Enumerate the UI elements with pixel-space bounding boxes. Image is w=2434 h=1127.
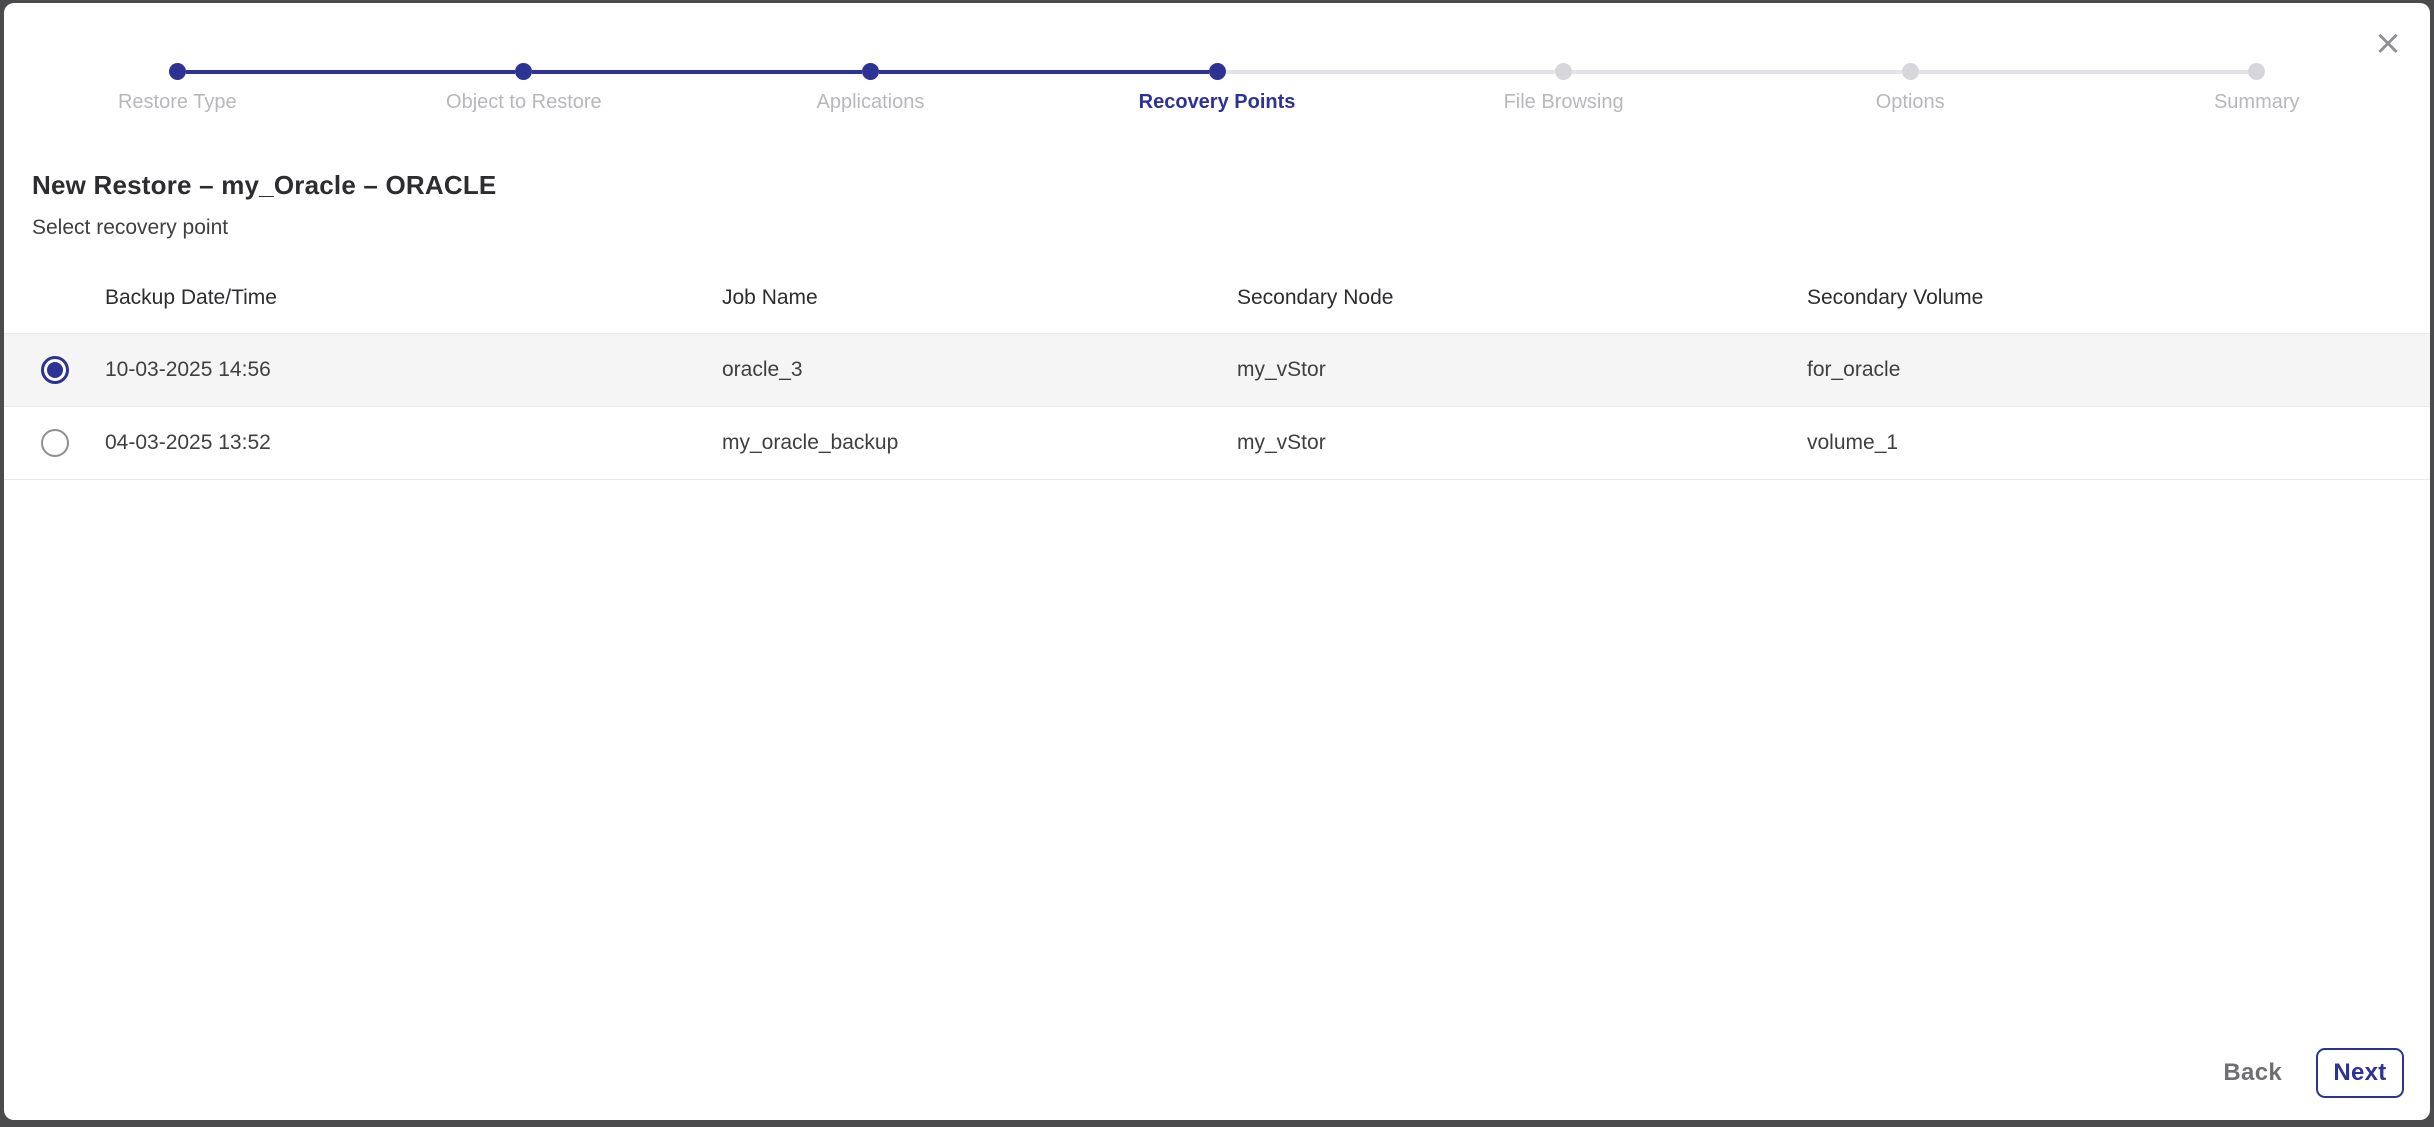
step-summary[interactable]: Summary [2083,63,2430,114]
close-icon[interactable]: × [2366,21,2410,65]
cell-secondary-node: my_vStor [1237,358,1807,382]
next-button[interactable]: Next [2316,1048,2404,1098]
recovery-point-radio[interactable] [41,429,69,457]
step-line [1919,70,2084,74]
step-line [532,70,697,74]
back-button[interactable]: Back [2223,1059,2282,1087]
table-header-row: Backup Date/Time Job Name Secondary Node… [4,263,2430,334]
step-label: Restore Type [4,91,351,114]
step-dot [1902,63,1919,80]
step-label: Applications [697,91,1044,114]
step-recovery-points[interactable]: Recovery Points [1044,63,1391,114]
table-row[interactable]: 04-03-2025 13:52 my_oracle_backup my_vSt… [4,407,2430,480]
page-subtitle: Select recovery point [32,216,2402,240]
step-label: Object to Restore [351,91,698,114]
step-object-to-restore[interactable]: Object to Restore [351,63,698,114]
recovery-point-radio[interactable] [41,356,69,384]
step-line [1226,70,1391,74]
dialog-heading: New Restore – my_Oracle – ORACLE Select … [32,170,2402,240]
step-dot [1555,63,1572,80]
recovery-points-table: Backup Date/Time Job Name Secondary Node… [4,263,2430,480]
step-label: Options [1737,91,2084,114]
step-line [1572,70,1737,74]
step-dot [169,63,186,80]
step-line [186,70,351,74]
step-restore-type[interactable]: Restore Type [4,63,351,114]
step-line [697,70,862,74]
step-line [1737,70,1902,74]
cell-backup-datetime: 10-03-2025 14:56 [105,358,722,382]
cell-job-name: my_oracle_backup [722,431,1237,455]
step-track [1390,63,1737,80]
column-header-secondary-volume: Secondary Volume [1807,286,2430,310]
step-label: Summary [2083,91,2430,114]
new-restore-wizard-dialog: × Restore Type Object to Restore [4,3,2430,1120]
cell-secondary-volume: volume_1 [1807,431,2430,455]
step-line [351,70,516,74]
step-track [4,63,351,80]
step-track [697,63,1044,80]
step-file-browsing[interactable]: File Browsing [1390,63,1737,114]
cell-backup-datetime: 04-03-2025 13:52 [105,431,722,455]
cell-secondary-node: my_vStor [1237,431,1807,455]
step-dot [2248,63,2265,80]
step-track [351,63,698,80]
step-track [2083,63,2430,80]
step-dot [515,63,532,80]
step-label: File Browsing [1390,91,1737,114]
radio-cell [4,356,105,384]
column-header-job-name: Job Name [722,286,1237,310]
table-row[interactable]: 10-03-2025 14:56 oracle_3 my_vStor for_o… [4,334,2430,407]
step-dot [862,63,879,80]
column-header-secondary-node: Secondary Node [1237,286,1807,310]
step-line [1390,70,1555,74]
step-line [1044,70,1209,74]
radio-cell [4,429,105,457]
step-track [1737,63,2084,80]
step-options[interactable]: Options [1737,63,2084,114]
step-track [1044,63,1391,80]
column-header-backup-datetime: Backup Date/Time [105,286,722,310]
page-title: New Restore – my_Oracle – ORACLE [32,170,2402,201]
dialog-footer: Back Next [2223,1048,2404,1098]
step-label: Recovery Points [1044,91,1391,114]
cell-secondary-volume: for_oracle [1807,358,2430,382]
step-line [2265,70,2430,74]
wizard-stepper: Restore Type Object to Restore Applicati… [4,63,2430,114]
step-applications[interactable]: Applications [697,63,1044,114]
step-dot [1209,63,1226,80]
step-line [4,70,169,74]
cell-job-name: oracle_3 [722,358,1237,382]
step-line [2083,70,2248,74]
step-line [879,70,1044,74]
